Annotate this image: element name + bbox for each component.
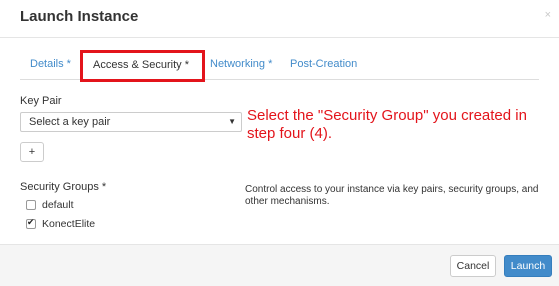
- modal-header: Launch Instance ×: [0, 0, 559, 38]
- modal-title: Launch Instance: [20, 8, 139, 25]
- tab-details[interactable]: Details *: [30, 52, 71, 80]
- caret-down-icon: ▼: [228, 117, 236, 126]
- modal-footer: Cancel Launch: [0, 244, 559, 286]
- launch-button[interactable]: Launch: [504, 255, 552, 277]
- security-group-label: KonectElite: [42, 218, 96, 230]
- checkbox-unchecked[interactable]: [26, 200, 36, 210]
- key-pair-select[interactable]: Select a key pair ▼: [20, 112, 242, 132]
- help-text: Control access to your instance via key …: [245, 184, 539, 207]
- key-pair-select-value: Select a key pair: [29, 116, 111, 128]
- add-key-pair-button[interactable]: +: [20, 142, 44, 162]
- security-group-label: default: [42, 199, 74, 211]
- tab-access-security[interactable]: Access & Security *: [80, 50, 205, 82]
- launch-instance-modal: Launch Instance × Details * Access & Sec…: [0, 0, 559, 286]
- key-pair-label: Key Pair: [20, 95, 62, 107]
- close-icon[interactable]: ×: [545, 9, 551, 21]
- tab-networking[interactable]: Networking *: [210, 52, 272, 80]
- checkbox-checked[interactable]: [26, 217, 36, 229]
- tab-bar: Details * Access & Security * Networking…: [20, 50, 539, 82]
- instruction-annotation: Select the "Security Group" you created …: [247, 107, 527, 142]
- tab-post-creation[interactable]: Post-Creation: [290, 52, 357, 80]
- security-groups-label: Security Groups *: [20, 181, 107, 193]
- cancel-button[interactable]: Cancel: [450, 255, 496, 277]
